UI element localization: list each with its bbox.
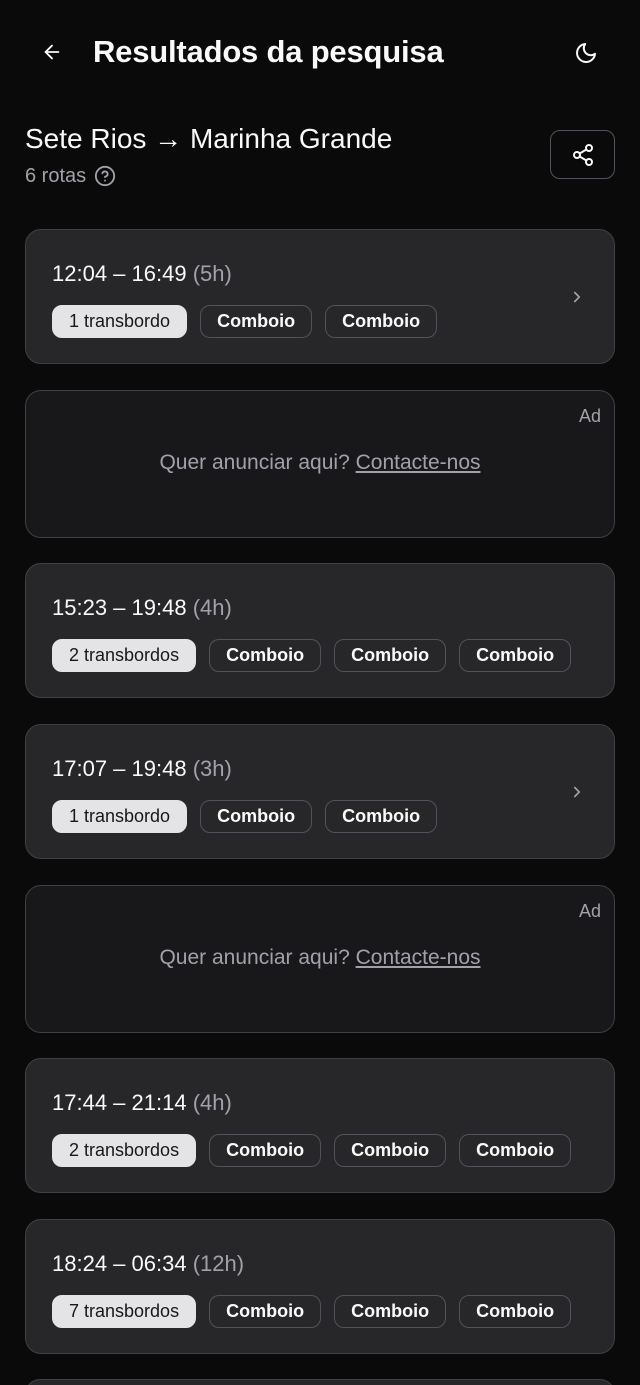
arrow-left-icon [44, 44, 60, 60]
ad-banner: Ad Quer anunciar aqui? Contacte-nos [25, 885, 615, 1033]
ad-prompt: Quer anunciar aqui? [159, 946, 350, 969]
share-button[interactable] [550, 130, 615, 179]
mode-badge-train: Comboio [209, 1295, 322, 1328]
back-button[interactable] [32, 32, 72, 72]
result-card[interactable]: 17:07 – 19:48 (3h) 1 transbordo Comboio … [25, 724, 615, 859]
mode-badge-train: Comboio [209, 1134, 322, 1167]
ad-text: Quer anunciar aqui? Contacte-nos [26, 946, 614, 970]
result-duration: (4h) [192, 1090, 232, 1115]
result-duration: (3h) [192, 756, 232, 781]
mode-badge-train: Comboio [334, 1134, 447, 1167]
ad-banner: Ad Quer anunciar aqui? Contacte-nos [25, 390, 615, 538]
result-time-range: 12:04 – 16:49 [52, 261, 187, 286]
chevron-right-icon [566, 781, 588, 803]
mode-badge-train: Comboio [325, 305, 438, 338]
result-time-range: 15:23 – 19:48 [52, 595, 187, 620]
mode-badge-train: Comboio [325, 800, 438, 833]
route-title: Sete Rios → Marinha Grande [25, 123, 393, 154]
result-card[interactable]: 18:24 – 06:34 (12h) 7 transbordos Comboi… [25, 1219, 615, 1354]
result-tags: 1 transbordo Comboio Comboio [52, 800, 438, 833]
theme-toggle-button[interactable] [566, 33, 606, 73]
top-bar: Resultados da pesquisa [0, 0, 640, 104]
route-count-label: 6 rotas [25, 165, 87, 187]
chevron-right-icon [566, 286, 588, 308]
mode-badge-train: Comboio [200, 305, 313, 338]
share-icon [572, 143, 593, 166]
result-time: 17:44 – 21:14 (4h) [52, 1089, 232, 1117]
mode-badge-train: Comboio [334, 1295, 447, 1328]
contact-link[interactable]: Contacte-nos [356, 451, 481, 474]
result-card[interactable]: 17:44 – 21:14 (4h) 2 transbordos Comboio… [25, 1058, 615, 1193]
result-tags: 2 transbordos Comboio Comboio Comboio [52, 639, 572, 672]
mode-badge-train: Comboio [459, 1134, 572, 1167]
page-title: Resultados da pesquisa [93, 34, 444, 69]
result-card[interactable]: 12:04 – 16:49 (5h) 1 transbordo Comboio … [25, 229, 615, 364]
transfers-badge: 2 transbordos [52, 1134, 197, 1167]
result-time-range: 17:44 – 21:14 [52, 1090, 187, 1115]
result-time-range: 18:24 – 06:34 [52, 1251, 187, 1276]
transfers-badge: 1 transbordo [52, 800, 188, 833]
ad-text: Quer anunciar aqui? Contacte-nos [26, 451, 614, 475]
mode-badge-train: Comboio [334, 639, 447, 672]
mode-badge-train: Comboio [200, 800, 313, 833]
transfers-badge: 1 transbordo [52, 305, 188, 338]
question-circle-icon[interactable] [94, 165, 116, 187]
result-time: 12:04 – 16:49 (5h) [52, 260, 232, 288]
result-time-range: 17:07 – 19:48 [52, 756, 187, 781]
transfers-badge: 2 transbordos [52, 639, 197, 672]
ad-label: Ad [578, 901, 601, 921]
result-tags: 7 transbordos Comboio Comboio Comboio [52, 1295, 572, 1328]
result-duration: (5h) [192, 261, 232, 286]
transfers-badge: 7 transbordos [52, 1295, 197, 1328]
result-time: 15:23 – 19:48 (4h) [52, 594, 232, 622]
ad-label: Ad [578, 406, 601, 426]
mode-badge-train: Comboio [459, 1295, 572, 1328]
route-count: 6 rotas [25, 163, 116, 189]
result-tags: 1 transbordo Comboio Comboio [52, 305, 438, 338]
result-tags: 2 transbordos Comboio Comboio Comboio [52, 1134, 572, 1167]
result-card[interactable]: 15:23 – 19:48 (4h) 2 transbordos Comboio… [25, 563, 615, 698]
result-time: 18:24 – 06:34 (12h) [52, 1250, 244, 1278]
moon-icon [576, 43, 596, 63]
result-duration: (4h) [192, 595, 232, 620]
result-card-partial[interactable] [25, 1379, 615, 1385]
mode-badge-train: Comboio [459, 639, 572, 672]
ad-prompt: Quer anunciar aqui? [159, 451, 350, 474]
contact-link[interactable]: Contacte-nos [356, 946, 481, 969]
result-time: 17:07 – 19:48 (3h) [52, 755, 232, 783]
mode-badge-train: Comboio [209, 639, 322, 672]
result-duration: (12h) [192, 1251, 245, 1276]
